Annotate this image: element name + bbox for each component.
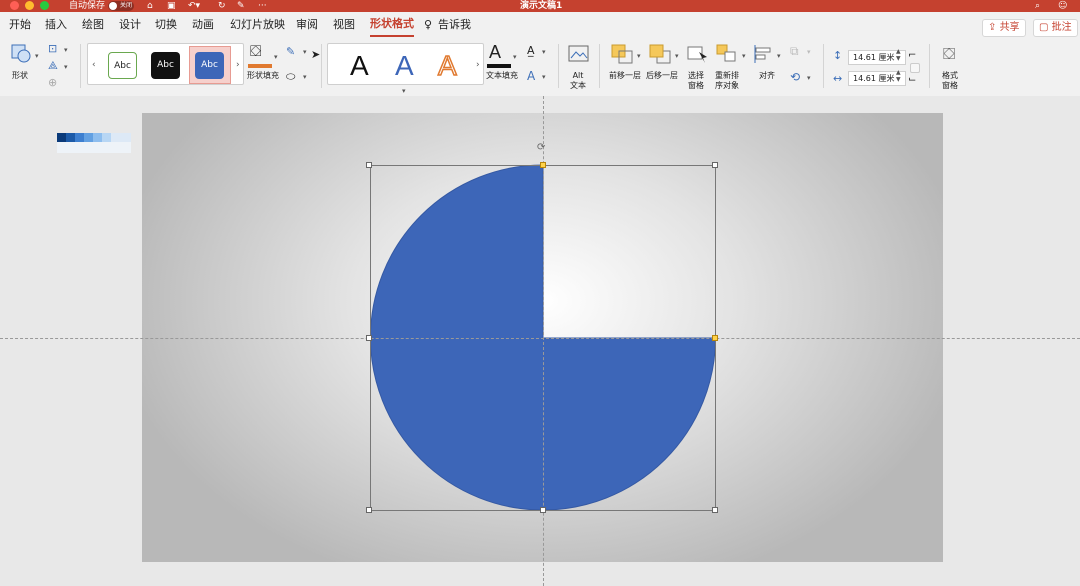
adjust-handle-start[interactable] <box>540 162 546 168</box>
rotate-handle-icon[interactable]: ⟳ <box>537 142 549 154</box>
resize-handle-s[interactable] <box>540 507 546 513</box>
resize-handle-w[interactable] <box>366 335 372 341</box>
resize-handle-se[interactable] <box>712 507 718 513</box>
resize-handle-sw[interactable] <box>366 507 372 513</box>
resize-handle-nw[interactable] <box>366 162 372 168</box>
adjust-handle-end[interactable] <box>712 335 718 341</box>
selection-box <box>370 165 716 511</box>
resize-handle-ne[interactable] <box>712 162 718 168</box>
